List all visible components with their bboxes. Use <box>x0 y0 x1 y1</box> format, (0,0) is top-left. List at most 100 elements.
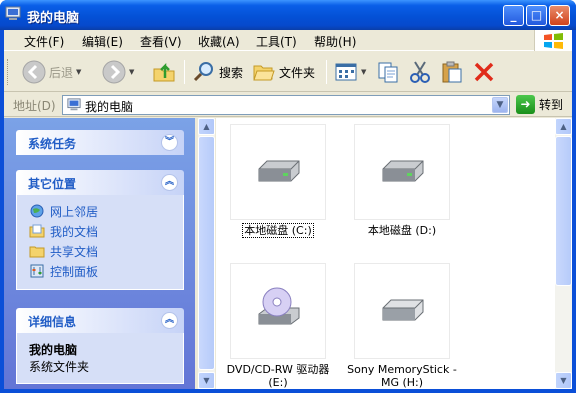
copy-to-icon <box>378 62 398 83</box>
toolbar-separator <box>184 60 185 84</box>
task-pane-scrollbar[interactable]: ▲ ▼ <box>198 118 215 389</box>
up-folder-icon <box>153 62 175 82</box>
window-title: 我的电脑 <box>27 11 80 26</box>
link-label: 控制面板 <box>50 264 99 279</box>
hard-disk-icon <box>258 160 300 182</box>
views-icon <box>335 63 357 81</box>
address-value: 我的电脑 <box>85 100 134 114</box>
scissors-icon <box>410 61 430 83</box>
address-field[interactable]: 我的电脑 ▼ <box>62 95 510 115</box>
task-pane: 系统任务 ︾ 其它位置 ︽ 网上邻居 我的文档 共享文档 控制面板 详细信息 ︽… <box>4 118 195 389</box>
toolbar-separator <box>326 60 327 84</box>
other-places-panel: 其它位置 ︽ 网上邻居 我的文档 共享文档 控制面板 <box>16 170 184 290</box>
network-places-icon <box>30 204 44 218</box>
system-tasks-title: 系统任务 <box>28 137 77 151</box>
back-button[interactable]: 后退 ▼ <box>22 58 81 86</box>
shared-folder-icon <box>29 246 45 258</box>
window-border <box>0 389 576 393</box>
file-view: 本地磁盘 (C:) 本地磁盘 (D:) DVD/CD-RW 驱动器 (E:) S… <box>216 118 555 389</box>
link-shared-documents[interactable]: 共享文档 <box>17 241 183 261</box>
cd-drive-icon <box>258 287 300 325</box>
link-label: 共享文档 <box>50 244 99 259</box>
details-header[interactable]: 详细信息 ︽ <box>16 308 184 333</box>
up-folder-button[interactable] <box>152 58 176 86</box>
cut-button[interactable] <box>408 58 432 86</box>
delete-button[interactable] <box>472 58 496 86</box>
views-button[interactable]: ▼ <box>334 58 366 86</box>
forward-button[interactable]: ▼ <box>102 58 134 86</box>
other-places-title: 其它位置 <box>28 177 77 191</box>
scroll-down-button[interactable]: ▼ <box>198 372 215 389</box>
paste-button[interactable] <box>440 58 464 86</box>
menu-bar: 文件(F) 编辑(E) 查看(V) 收藏(A) 工具(T) 帮助(H) <box>4 30 572 51</box>
views-dropdown-icon[interactable]: ▼ <box>361 68 366 76</box>
back-dropdown-icon[interactable]: ▼ <box>76 68 81 76</box>
scroll-thumb[interactable] <box>555 136 572 286</box>
my-computer-icon <box>67 98 81 111</box>
menu-edit[interactable]: 编辑(E) <box>82 33 123 50</box>
close-button[interactable]: × <box>549 5 570 26</box>
link-label: 网上邻居 <box>50 204 99 219</box>
drive-label: 本地磁盘 (D:) <box>367 224 437 237</box>
go-label: 转到 <box>539 98 564 112</box>
system-tasks-header[interactable]: 系统任务 ︾ <box>16 130 184 155</box>
details-title: 详细信息 <box>28 315 77 329</box>
other-places-header[interactable]: 其它位置 ︽ <box>16 170 184 195</box>
back-label: 后退 <box>49 65 74 80</box>
clipboard-icon <box>442 61 462 83</box>
drive-label: Sony MemoryStick - MG (H:) <box>347 363 457 389</box>
folders-icon <box>253 65 275 81</box>
windows-logo-icon <box>534 30 572 51</box>
forward-arrow-icon <box>102 60 126 84</box>
collapse-chevron-icon[interactable]: ︽ <box>161 312 178 329</box>
collapse-chevron-icon[interactable]: ︽ <box>161 174 178 191</box>
details-body: 我的电脑 系统文件夹 <box>16 333 184 384</box>
minimize-button[interactable]: _ <box>503 5 524 26</box>
thumbnail-frame <box>354 263 450 359</box>
my-computer-icon <box>5 6 21 20</box>
menu-help[interactable]: 帮助(H) <box>314 33 356 50</box>
link-network-places[interactable]: 网上邻居 <box>17 201 183 221</box>
maximize-button[interactable]: □ <box>526 5 547 26</box>
menu-favorites[interactable]: 收藏(A) <box>198 33 240 50</box>
folders-label: 文件夹 <box>279 65 316 80</box>
search-icon <box>193 62 213 82</box>
delete-x-icon <box>474 62 494 82</box>
my-documents-icon <box>29 224 45 238</box>
back-arrow-icon <box>22 60 46 84</box>
scroll-down-button[interactable]: ▼ <box>555 372 572 389</box>
address-bar: 地址(D) 我的电脑 ▼ ➜ 转到 <box>4 93 572 117</box>
folders-button[interactable]: 文件夹 <box>252 58 315 86</box>
menu-tools[interactable]: 工具(T) <box>256 33 297 50</box>
address-dropdown-icon[interactable]: ▼ <box>492 97 508 113</box>
search-button[interactable]: 搜索 <box>192 58 243 86</box>
search-label: 搜索 <box>219 65 244 80</box>
toolbar-grip <box>7 59 10 85</box>
link-my-documents[interactable]: 我的文档 <box>17 221 183 241</box>
scroll-thumb[interactable] <box>198 136 215 370</box>
address-label: 地址(D) <box>13 99 56 113</box>
drive-label: 本地磁盘 (C:) <box>242 223 314 238</box>
link-control-panel[interactable]: 控制面板 <box>17 261 183 281</box>
details-panel: 详细信息 ︽ 我的电脑 系统文件夹 <box>16 308 184 384</box>
thumbnail-frame <box>230 263 326 359</box>
scroll-up-button[interactable]: ▲ <box>555 118 572 135</box>
title-bar[interactable]: 我的电脑 _ □ × <box>0 0 576 30</box>
other-places-body: 网上邻居 我的文档 共享文档 控制面板 <box>16 195 184 290</box>
removable-disk-icon <box>382 299 424 321</box>
menu-view[interactable]: 查看(V) <box>140 33 182 50</box>
details-name: 我的电脑 <box>29 343 78 357</box>
copy-to-button[interactable] <box>376 58 400 86</box>
details-type: 系统文件夹 <box>29 360 90 374</box>
forward-dropdown-icon[interactable]: ▼ <box>129 68 134 76</box>
file-view-scrollbar[interactable]: ▲ ▼ <box>555 118 572 389</box>
thumbnail-frame <box>230 124 326 220</box>
go-arrow-icon: ➜ <box>516 95 535 114</box>
scroll-up-button[interactable]: ▲ <box>198 118 215 135</box>
menu-file[interactable]: 文件(F) <box>24 33 64 50</box>
drive-label: DVD/CD-RW 驱动器 (E:) <box>226 363 330 389</box>
client-area: 文件(F) 编辑(E) 查看(V) 收藏(A) 工具(T) 帮助(H) 后退 ▼… <box>4 30 572 389</box>
go-button[interactable]: ➜ 转到 <box>516 95 563 114</box>
expand-chevron-icon[interactable]: ︾ <box>161 134 178 151</box>
window: 我的电脑 _ □ × 文件(F) 编辑(E) 查看(V) 收藏(A) 工具(T)… <box>0 0 576 393</box>
